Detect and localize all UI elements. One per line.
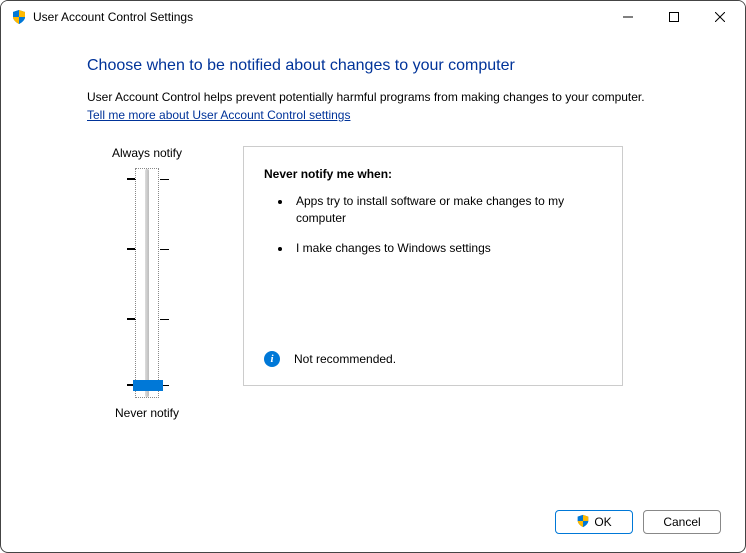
notification-slider[interactable]: [135, 168, 159, 398]
uac-window: User Account Control Settings Choose whe…: [0, 0, 746, 553]
page-heading: Choose when to be notified about changes…: [87, 57, 659, 75]
shield-icon: [576, 514, 590, 531]
ok-button[interactable]: OK: [555, 510, 633, 534]
button-row: OK Cancel: [1, 496, 745, 552]
notify-list: Apps try to install software or make cha…: [264, 193, 602, 271]
notify-title: Never notify me when:: [264, 167, 602, 181]
info-icon: i: [264, 351, 280, 367]
minimize-button[interactable]: [605, 2, 651, 32]
recommendation-text: Not recommended.: [294, 352, 396, 366]
notify-footer: i Not recommended.: [264, 351, 602, 367]
content-area: Choose when to be notified about changes…: [1, 33, 745, 496]
main-row: Always notify Never notify Never notify …: [87, 146, 659, 420]
notification-details-panel: Never notify me when: Apps try to instal…: [243, 146, 623, 386]
slider-label-never: Never notify: [115, 406, 179, 420]
shield-icon: [11, 9, 27, 25]
notify-item: I make changes to Windows settings: [292, 240, 602, 257]
slider-column: Always notify Never notify: [87, 146, 207, 420]
slider-thumb[interactable]: [133, 380, 163, 391]
cancel-label: Cancel: [663, 515, 700, 529]
cancel-button[interactable]: Cancel: [643, 510, 721, 534]
slider-label-always: Always notify: [112, 146, 182, 160]
learn-more-link[interactable]: Tell me more about User Account Control …: [87, 108, 659, 122]
notify-item: Apps try to install software or make cha…: [292, 193, 602, 227]
ok-label: OK: [594, 515, 611, 529]
maximize-button[interactable]: [651, 2, 697, 32]
close-button[interactable]: [697, 2, 743, 32]
window-title: User Account Control Settings: [33, 10, 605, 24]
titlebar: User Account Control Settings: [1, 1, 745, 33]
intro-text: User Account Control helps prevent poten…: [87, 89, 659, 106]
